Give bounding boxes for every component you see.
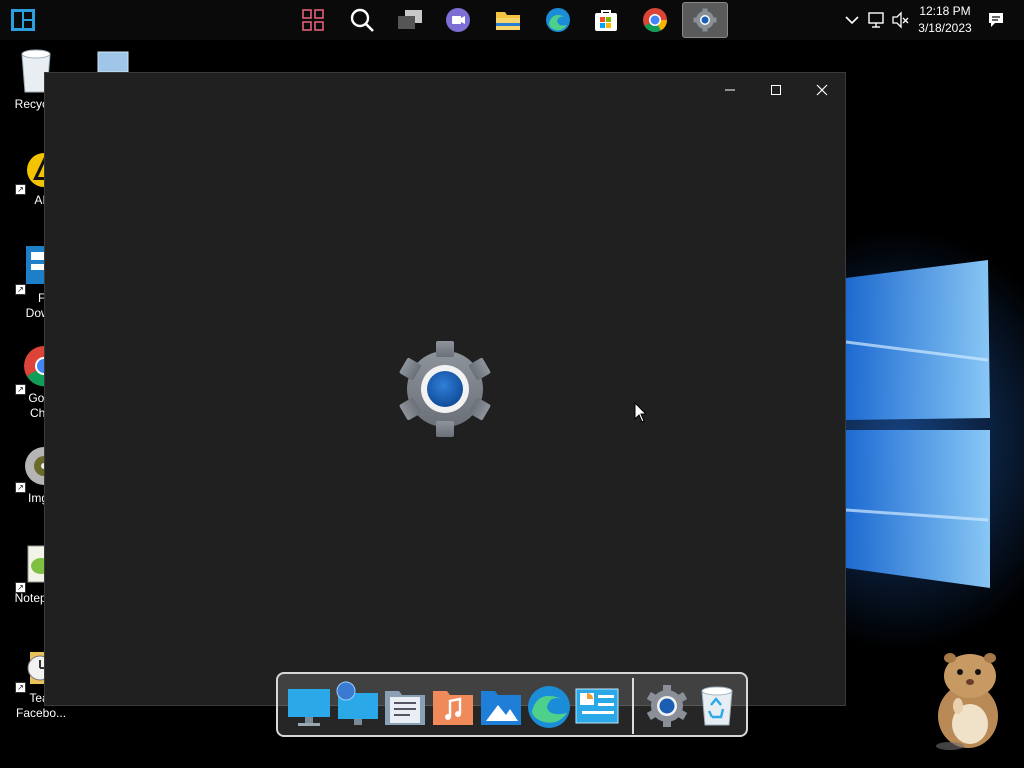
documents-icon bbox=[385, 691, 425, 725]
dock-item-control-panel[interactable] bbox=[574, 681, 620, 729]
dock-bar bbox=[276, 672, 748, 737]
network-status-icon bbox=[868, 12, 884, 28]
volume-muted-icon bbox=[892, 11, 909, 29]
maximize-icon bbox=[771, 85, 781, 95]
edge-button[interactable] bbox=[535, 2, 581, 38]
this-pc-icon bbox=[288, 689, 330, 726]
widgets-button[interactable] bbox=[290, 2, 336, 38]
desktop-icon-label-line2: Facebo... bbox=[16, 706, 67, 720]
shortcut-arrow-icon: ↗ bbox=[15, 682, 26, 693]
dock-separator bbox=[632, 678, 634, 734]
close-icon bbox=[816, 84, 828, 96]
dock-item-edge[interactable] bbox=[526, 681, 572, 729]
search-button[interactable] bbox=[339, 2, 385, 38]
edge-icon bbox=[546, 8, 570, 32]
dock-item-documents[interactable] bbox=[382, 681, 428, 729]
clock-time: 12:18 PM bbox=[919, 4, 971, 18]
show-hidden-icons-button[interactable] bbox=[840, 2, 864, 38]
settings-splash-icon bbox=[399, 341, 491, 437]
taskbar-clock[interactable]: 12:18 PM 3/18/2023 bbox=[912, 3, 978, 37]
notification-icon bbox=[989, 13, 1003, 27]
clock-date: 3/18/2023 bbox=[918, 21, 972, 35]
microsoft-store-icon bbox=[595, 10, 617, 31]
dock-item-recycle-bin[interactable] bbox=[694, 681, 740, 729]
task-view-button[interactable] bbox=[387, 2, 433, 38]
close-button[interactable] bbox=[799, 73, 845, 107]
tray-network-button[interactable] bbox=[864, 2, 888, 38]
task-view-icon bbox=[398, 10, 422, 29]
chrome-button[interactable] bbox=[632, 2, 678, 38]
network-icon bbox=[336, 681, 378, 725]
shortcut-arrow-icon: ↗ bbox=[15, 284, 26, 295]
taskbar: 12:18 PM 3/18/2023 bbox=[0, 0, 1024, 40]
pictures-folder-icon bbox=[481, 691, 521, 725]
minimize-button[interactable] bbox=[707, 73, 753, 107]
maximize-button[interactable] bbox=[753, 73, 799, 107]
dock-item-network[interactable] bbox=[334, 681, 380, 729]
teams-chat-icon bbox=[446, 8, 470, 32]
recycle-bin-icon bbox=[701, 686, 733, 726]
mouse-cursor-icon bbox=[634, 402, 648, 423]
widgets-icon bbox=[302, 9, 324, 31]
start-button[interactable] bbox=[10, 8, 36, 32]
dock-item-settings[interactable] bbox=[644, 681, 690, 729]
edge-icon bbox=[528, 686, 570, 728]
chevron-down-icon bbox=[845, 16, 859, 25]
windows-logo-wallpaper bbox=[846, 260, 990, 588]
file-explorer-icon bbox=[496, 12, 520, 30]
file-explorer-button[interactable] bbox=[485, 2, 531, 38]
computer-icon bbox=[97, 51, 129, 73]
settings-icon bbox=[693, 8, 717, 32]
notifications-button[interactable] bbox=[984, 2, 1008, 38]
settings-taskbar-button[interactable] bbox=[682, 2, 728, 38]
hamster-pet-image bbox=[936, 653, 998, 750]
shortcut-arrow-icon: ↗ bbox=[15, 184, 26, 195]
dock-item-music[interactable] bbox=[430, 681, 476, 729]
chrome-icon bbox=[643, 8, 667, 33]
dock-item-this-pc[interactable] bbox=[286, 681, 332, 729]
music-folder-icon bbox=[433, 691, 473, 725]
shortcut-arrow-icon: ↗ bbox=[15, 582, 26, 593]
settings-window bbox=[44, 72, 846, 706]
minimize-icon bbox=[725, 89, 735, 91]
teams-chat-button[interactable] bbox=[435, 2, 481, 38]
shortcut-arrow-icon: ↗ bbox=[15, 482, 26, 493]
search-icon bbox=[350, 8, 374, 32]
settings-icon bbox=[646, 685, 688, 727]
tray-volume-button[interactable] bbox=[888, 2, 912, 38]
dock-item-pictures[interactable] bbox=[478, 681, 524, 729]
control-panel-icon bbox=[575, 688, 619, 724]
start-logo-icon bbox=[11, 9, 35, 31]
shortcut-arrow-icon: ↗ bbox=[15, 384, 26, 395]
microsoft-store-button[interactable] bbox=[583, 2, 629, 38]
